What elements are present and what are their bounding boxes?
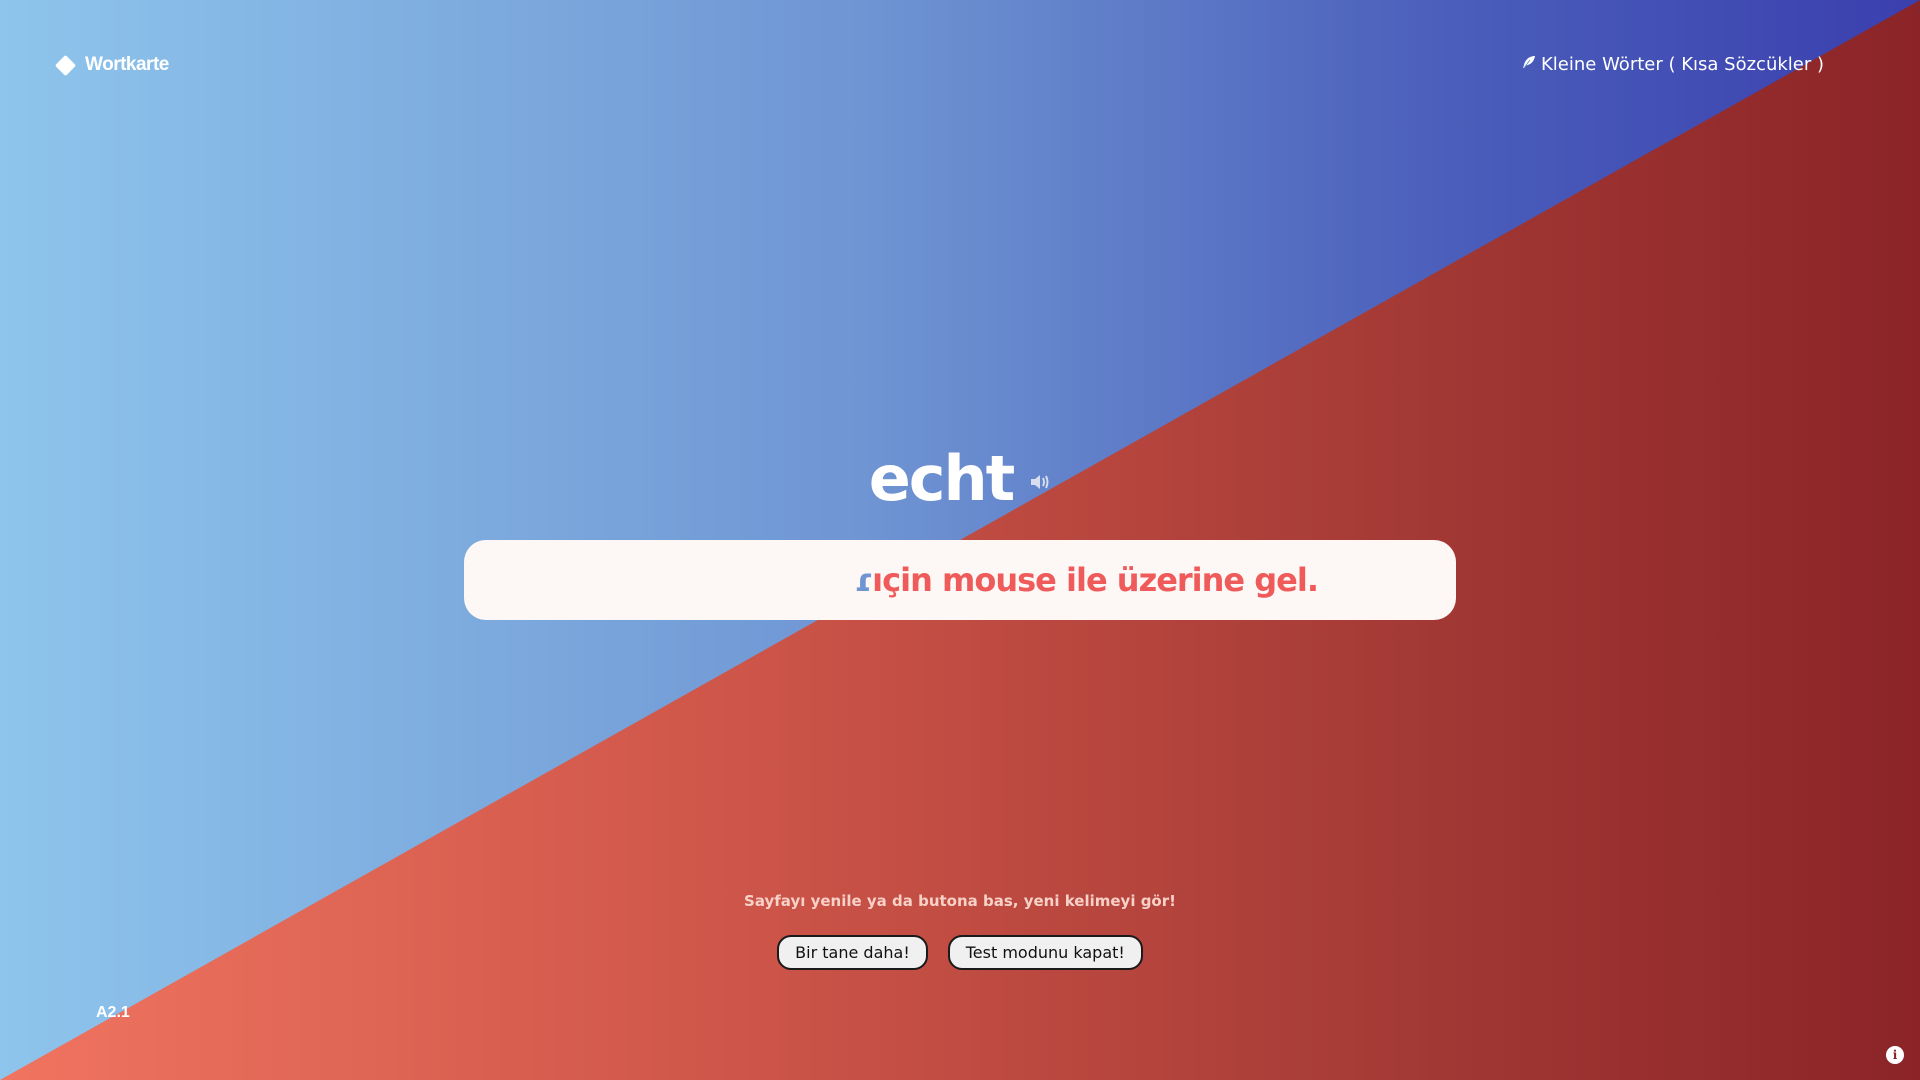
brand-logo[interactable]: Wortkarte — [54, 54, 169, 76]
next-word-button[interactable]: Bir tane daha! — [777, 935, 928, 970]
page-background: Wortkarte Kleine Wörter ( Kısa Sözcükler… — [0, 0, 1920, 1080]
test-mode-toggle-button[interactable]: Test modunu kapat! — [947, 935, 1143, 970]
category-text: Kleine Wörter ( Kısa Sözcükler ) — [1540, 54, 1824, 75]
brand-name: Wortkarte — [85, 54, 169, 75]
action-buttons: Bir tane daha! Test modunu kapat! — [0, 935, 1920, 970]
info-icon[interactable]: i — [1886, 1046, 1904, 1064]
answer-hint-cut: ɾ — [854, 561, 873, 599]
category-label[interactable]: Kleine Wörter ( Kısa Sözcükler ) — [1521, 54, 1824, 75]
answer-reveal-box[interactable]: ɾ ıçin mouse ile üzerine gel. — [464, 540, 1456, 620]
word-row: echt — [0, 448, 1920, 510]
answer-hint-label: ıçin mouse ile üzerine gel. — [872, 561, 1319, 599]
feather-icon — [1521, 54, 1537, 75]
level-badge: A2.1 — [96, 1004, 130, 1021]
refresh-hint: Sayfayı yenile ya da butona bas, yeni ke… — [744, 892, 1176, 910]
diamond-icon — [54, 54, 77, 76]
answer-hint-text: ɾ ıçin mouse ile üzerine gel. — [854, 540, 1319, 620]
speaker-icon[interactable] — [1029, 473, 1051, 491]
vocabulary-word: echt — [868, 442, 1016, 515]
